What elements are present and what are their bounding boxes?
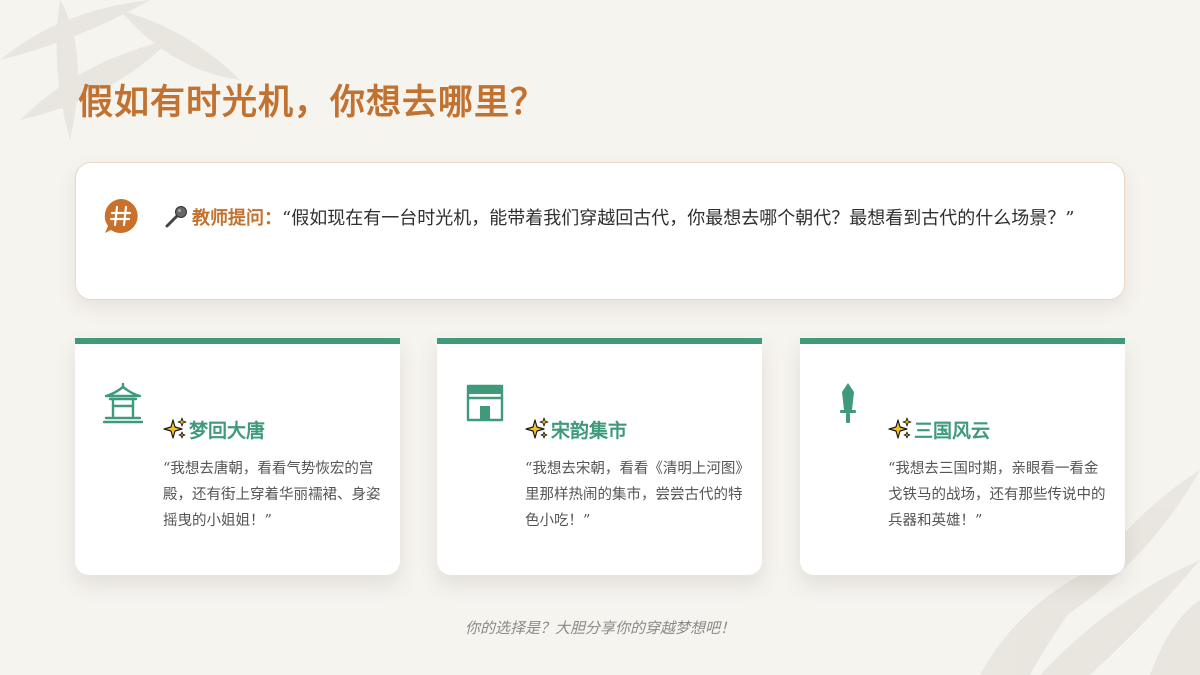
microphone-icon [165, 206, 187, 228]
option-title: 三国风云 [888, 416, 990, 443]
option-card-song[interactable]: 宋韵集市 “我想去宋朝，看看《清明上河图》里那样热闹的集市，尝尝古代的特色小吃！… [437, 338, 762, 575]
option-title: 宋韵集市 [525, 416, 627, 443]
option-description: “我想去宋朝，看看《清明上河图》里那样热闹的集市，尝尝古代的特色小吃！” [525, 461, 743, 529]
option-description: “我想去唐朝，看看气势恢宏的宫殿，还有街上穿着华丽襦裙、身姿摇曳的小姐姐！” [163, 461, 381, 529]
option-card-three-kingdoms[interactable]: 三国风云 “我想去三国时期，亲眼看一看金戈铁马的战场，还有那些传说中的兵器和英雄… [800, 338, 1125, 575]
option-title: 梦回大唐 [163, 416, 265, 443]
sparkles-icon [163, 417, 187, 439]
hashtag-chat-icon [104, 199, 138, 233]
pavilion-icon [102, 382, 144, 424]
storefront-icon [466, 384, 504, 422]
footer-prompt: 你的选择是？大胆分享你的穿越梦想吧！ [464, 619, 735, 637]
teacher-question: 教师提问：“假如现在有一台时光机，能带着我们穿越回古代，你最想去哪个朝代？最想看… [164, 203, 1094, 234]
option-card-tang[interactable]: 梦回大唐 “我想去唐朝，看看气势恢宏的宫殿，还有街上穿着华丽襦裙、身姿摇曳的小姐… [75, 338, 400, 575]
sword-icon [840, 383, 856, 423]
sparkles-icon [525, 417, 549, 439]
page-title: 假如有时光机，你想去哪里？ [78, 82, 547, 123]
question-text: “假如现在有一台时光机，能带着我们穿越回古代，你最想去哪个朝代？最想看到古代的什… [282, 208, 1075, 229]
sparkles-icon [888, 417, 912, 439]
question-label: 教师提问： [192, 208, 282, 229]
question-card: 教师提问：“假如现在有一台时光机，能带着我们穿越回古代，你最想去哪个朝代？最想看… [75, 162, 1125, 300]
option-description: “我想去三国时期，亲眼看一看金戈铁马的战场，还有那些传说中的兵器和英雄！” [888, 461, 1106, 529]
